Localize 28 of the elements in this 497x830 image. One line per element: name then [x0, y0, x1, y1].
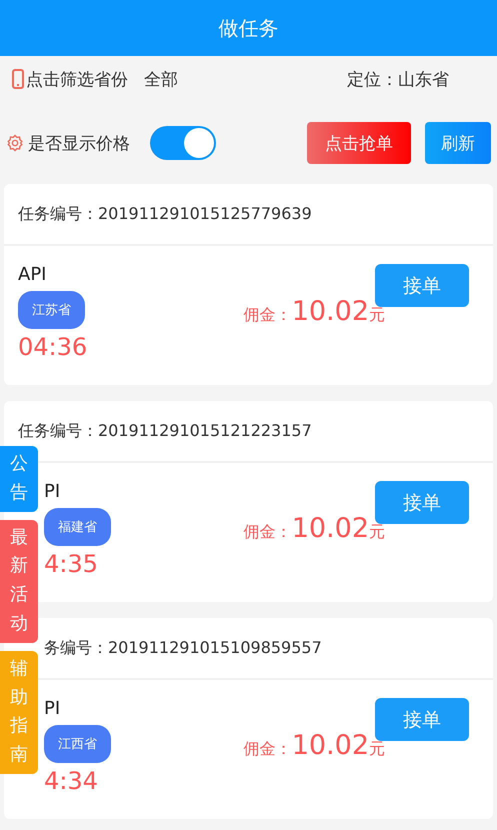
phone-icon	[12, 69, 24, 89]
accept-order-button[interactable]: 接单	[375, 481, 469, 524]
province-tag: 福建省	[44, 508, 111, 546]
countdown-time: 4:35	[44, 550, 98, 578]
gear-icon	[6, 134, 24, 152]
accept-order-button[interactable]: 接单	[375, 698, 469, 741]
accept-order-button[interactable]: 接单	[375, 264, 469, 307]
side-tab[interactable]: 公告	[0, 446, 38, 512]
task-number: 任务编号：201911291015121223157	[18, 420, 312, 442]
task-name: PI	[44, 481, 60, 502]
location-text: 定位：山东省	[347, 68, 449, 90]
province-value: 全部	[144, 68, 178, 90]
side-tab[interactable]: 最新活动	[0, 520, 38, 643]
grab-order-button[interactable]: 点击抢单	[307, 122, 411, 164]
countdown-time: 4:34	[44, 767, 98, 795]
price-toggle[interactable]	[150, 126, 216, 160]
refresh-button[interactable]: 刷新	[425, 122, 491, 164]
task-number: 务编号：201911291015109859557	[44, 638, 322, 658]
task-name: API	[18, 264, 46, 285]
page-title: 做任务	[218, 14, 278, 42]
province-filter-link[interactable]: 点击筛选省份	[26, 68, 128, 90]
province-tag: 江苏省	[18, 291, 85, 329]
countdown-time: 04:36	[18, 333, 88, 361]
side-tab[interactable]: 辅助指南	[0, 650, 38, 774]
show-price-label: 是否显示价格	[28, 132, 130, 154]
province-tag: 江西省	[44, 725, 111, 763]
task-number: 任务编号：201911291015125779639	[18, 204, 312, 224]
task-name: PI	[44, 698, 60, 719]
